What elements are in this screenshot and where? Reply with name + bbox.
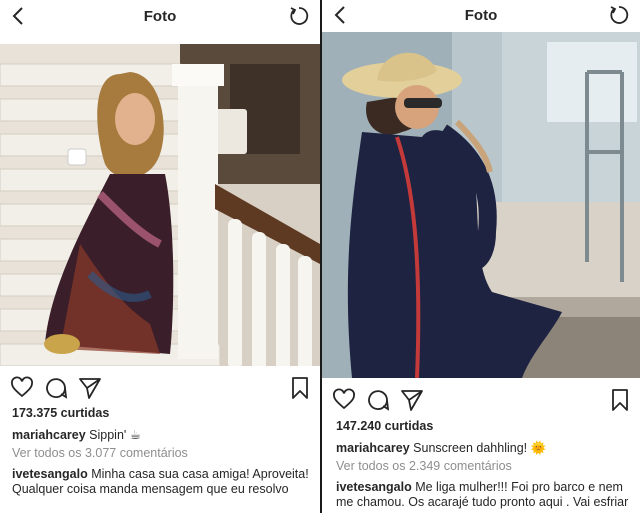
post-photo[interactable] — [0, 44, 320, 366]
comment-username[interactable]: ivetesangalo — [12, 467, 88, 481]
top-bar: Foto — [322, 0, 640, 30]
top-bar: Foto — [0, 0, 320, 32]
refresh-button[interactable] — [608, 4, 630, 26]
caption-text: Sippin' ☕ — [89, 427, 141, 442]
likes-count[interactable]: 173.375 curtidas — [12, 406, 310, 422]
post-text: 147.240 curtidas mariahcarey Sunscreen d… — [336, 419, 630, 511]
post-text: 173.375 curtidas mariahcarey Sippin' ☕ V… — [12, 406, 310, 498]
heart-icon[interactable] — [332, 388, 356, 412]
caption: mariahcarey Sippin' ☕ — [12, 428, 310, 444]
staircase-photo — [0, 44, 320, 366]
comment-icon[interactable] — [366, 388, 390, 412]
back-button[interactable] — [8, 6, 28, 26]
caption-username[interactable]: mariahcarey — [12, 428, 86, 442]
post-photo[interactable] — [322, 32, 640, 378]
right-post-panel: Foto 147.240 curtidas mariahcarey Sunscr… — [322, 0, 640, 513]
view-all-comments-link[interactable]: Ver todos os 2.349 comentários — [336, 459, 630, 475]
action-bar — [322, 386, 640, 416]
comment: ivetesangalo Minha casa sua casa amiga! … — [12, 467, 310, 498]
comment: ivetesangalo Me liga mulher!!! Foi pro b… — [336, 480, 630, 511]
comment-icon[interactable] — [44, 376, 68, 400]
share-icon[interactable] — [400, 388, 424, 412]
back-icon — [334, 6, 345, 24]
view-all-comments-link[interactable]: Ver todos os 3.077 comentários — [12, 446, 310, 462]
heart-icon[interactable] — [10, 376, 34, 400]
back-icon — [12, 7, 23, 25]
likes-count[interactable]: 147.240 curtidas — [336, 419, 630, 435]
bookmark-icon[interactable] — [608, 388, 632, 412]
action-bar — [0, 374, 320, 404]
left-post-panel: Foto 173.375 curtidas mariahcarey Sippin… — [0, 0, 320, 513]
back-button[interactable] — [330, 5, 350, 25]
page-title: Foto — [464, 6, 498, 24]
page-title: Foto — [143, 7, 177, 25]
caption-username[interactable]: mariahcarey — [336, 441, 410, 455]
refresh-icon — [290, 7, 309, 25]
caption: mariahcarey Sunscreen dahhling! 🌞 — [336, 441, 630, 457]
refresh-button[interactable] — [288, 5, 310, 27]
refresh-icon — [610, 6, 629, 24]
share-icon[interactable] — [78, 376, 102, 400]
comment-username[interactable]: ivetesangalo — [336, 480, 412, 494]
caption-text: Sunscreen dahhling! 🌞 — [413, 440, 547, 455]
bookmark-icon[interactable] — [288, 376, 312, 400]
boat-photo — [322, 32, 640, 378]
